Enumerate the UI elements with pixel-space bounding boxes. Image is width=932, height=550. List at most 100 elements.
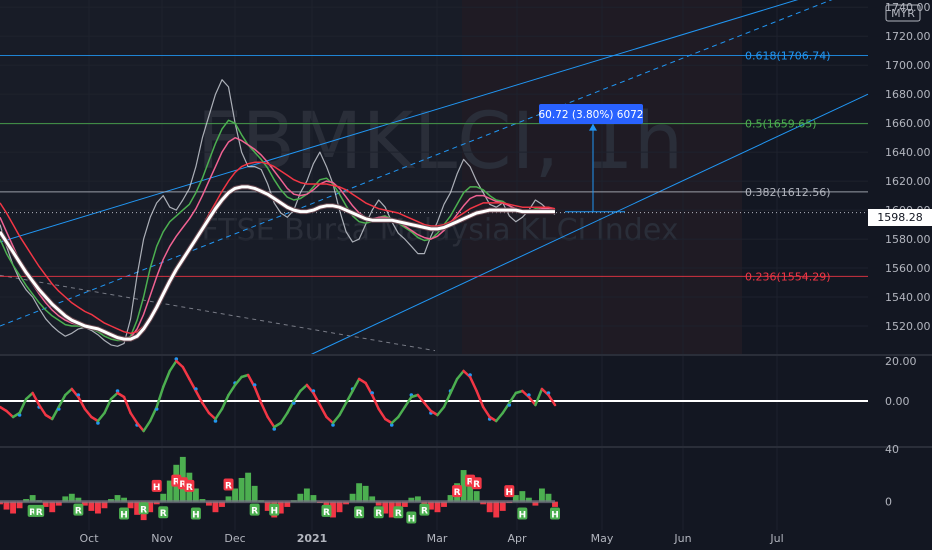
oscillator-segment: [168, 359, 178, 373]
histogram-bar: [486, 501, 493, 513]
oscillator-segment: [338, 401, 348, 417]
oscillator-segment: [436, 405, 446, 417]
histogram-bar: [519, 491, 526, 502]
fib-label: 0.618(1706.74): [745, 49, 831, 62]
oscillator-segment: [481, 405, 491, 419]
hist-tick-label: 0: [885, 496, 892, 509]
signal-marker-label: R: [323, 508, 330, 518]
oscillator-segment: [423, 401, 433, 413]
price-tick-label: 1520.00: [885, 320, 931, 333]
oscillator-segment: [161, 369, 172, 389]
signal-marker-label: R: [473, 480, 480, 490]
price-axis[interactable]: 1740.001720.001700.001680.001660.001640.…: [885, 1, 931, 508]
chart-stage[interactable]: FBMKLCI, 1h FTSE Bursa Malaysia KLCI Ind…: [0, 0, 932, 550]
osc-tick-label: 0.00: [885, 395, 910, 408]
signal-marker-label: R: [356, 509, 363, 519]
histogram-bar: [238, 477, 245, 502]
price-tick-label: 1660.00: [885, 117, 931, 130]
oscillator-segment: [351, 377, 361, 393]
oscillator-segment: [292, 389, 302, 403]
histogram-bar: [95, 501, 101, 514]
time-tick-label: May: [591, 532, 614, 545]
time-tick-label: 2021: [297, 532, 328, 545]
osc-tick-label: 20.00: [885, 355, 917, 368]
time-tick-label: Mar: [427, 532, 448, 545]
oscillator-segment: [325, 415, 335, 425]
fib-label: 0.236(1554.29): [745, 270, 831, 283]
fib-label: 0.382(1612.56): [745, 186, 831, 199]
oscillator-segment: [468, 375, 478, 393]
signal-marker-label: H: [120, 511, 128, 521]
fib-label: 0.5(1659.65): [745, 118, 817, 131]
oscillator-segment: [181, 365, 191, 381]
histogram-bar: [303, 488, 310, 502]
signal-marker-label: R: [160, 509, 167, 519]
signal-marker-label: R: [454, 488, 461, 498]
time-tick-label: Dec: [224, 532, 245, 545]
signal-marker-label: R: [395, 509, 402, 519]
signal-marker-label: R: [421, 507, 428, 517]
histogram-bar: [493, 501, 500, 518]
histogram-bar: [251, 485, 258, 502]
price-tick-label: 1640.00: [885, 146, 931, 159]
oscillator-segment: [77, 395, 87, 411]
price-tick-label: 1680.00: [885, 88, 931, 101]
signal-marker-label: H: [408, 514, 416, 524]
oscillator-segment: [299, 383, 309, 393]
signal-marker-label: H: [270, 507, 278, 517]
last-price-label: 1598.28: [877, 211, 923, 224]
histogram-bar: [232, 488, 238, 502]
oscillator-segment: [331, 413, 341, 425]
chart-canvas[interactable]: FBMKLCI, 1h FTSE Bursa Malaysia KLCI Ind…: [0, 0, 932, 550]
histogram-bar: [473, 491, 480, 502]
oscillator-segment: [109, 391, 119, 401]
price-tick-label: 1720.00: [885, 30, 931, 43]
histogram-bar: [434, 501, 441, 513]
price-tick-label: 1560.00: [885, 262, 931, 275]
time-tick-label: Jun: [673, 532, 691, 545]
oscillator-segment: [122, 395, 132, 415]
price-tick-label: 1700.00: [885, 59, 931, 72]
time-axis[interactable]: Oct Nov Dec 2021 Mar Apr May Jun Jul: [79, 532, 783, 545]
oscillator-segment: [233, 375, 243, 387]
currency-label: MYR: [891, 7, 915, 20]
oscillator-segment: [175, 359, 185, 369]
histogram-bar: [539, 488, 545, 502]
oscillator-segment: [135, 421, 145, 433]
oscillator-segment: [37, 403, 47, 417]
oscillator-segment: [534, 387, 544, 407]
histogram-bar: [10, 501, 16, 514]
histogram-bar: [336, 501, 343, 513]
signal-marker-label: H: [153, 483, 161, 493]
oscillator-segment: [475, 389, 485, 409]
oscillator-segment: [227, 383, 237, 397]
signal-marker-label: R: [36, 508, 43, 518]
histogram-bar: [212, 501, 219, 513]
signal-marker-label: R: [75, 507, 82, 517]
price-tick-label: 1580.00: [885, 233, 931, 246]
histogram-panel: HR R R RRR RHR R R HR R H R H R R R RHR H H: [0, 456, 560, 524]
time-tick-label: Oct: [79, 532, 99, 545]
histogram-bar: [49, 501, 56, 513]
oscillator-segment: [449, 377, 459, 395]
histogram-bar: [362, 485, 369, 502]
oscillator-segment: [279, 411, 289, 425]
oscillator-segment: [5, 409, 15, 419]
signal-marker-label: R: [225, 482, 232, 492]
hist-tick-label: 40: [885, 443, 899, 456]
oscillator-segment: [259, 401, 269, 419]
histogram-bar: [356, 483, 363, 502]
oscillator-segment: [397, 405, 407, 419]
price-tick-label: 1620.00: [885, 175, 931, 188]
oscillator-segment: [266, 415, 276, 429]
oscillator-segment: [24, 391, 34, 401]
oscillator-segment: [96, 411, 106, 423]
histogram-bar: [245, 472, 252, 502]
oscillator-segment: [390, 415, 400, 425]
oscillator-segment: [129, 411, 139, 425]
time-tick-label: Apr: [507, 532, 527, 545]
oscillator-segment: [494, 411, 505, 423]
oscillator-segment: [318, 403, 328, 419]
signal-marker-label: H: [551, 511, 559, 521]
signal-marker-label: H: [506, 488, 514, 498]
